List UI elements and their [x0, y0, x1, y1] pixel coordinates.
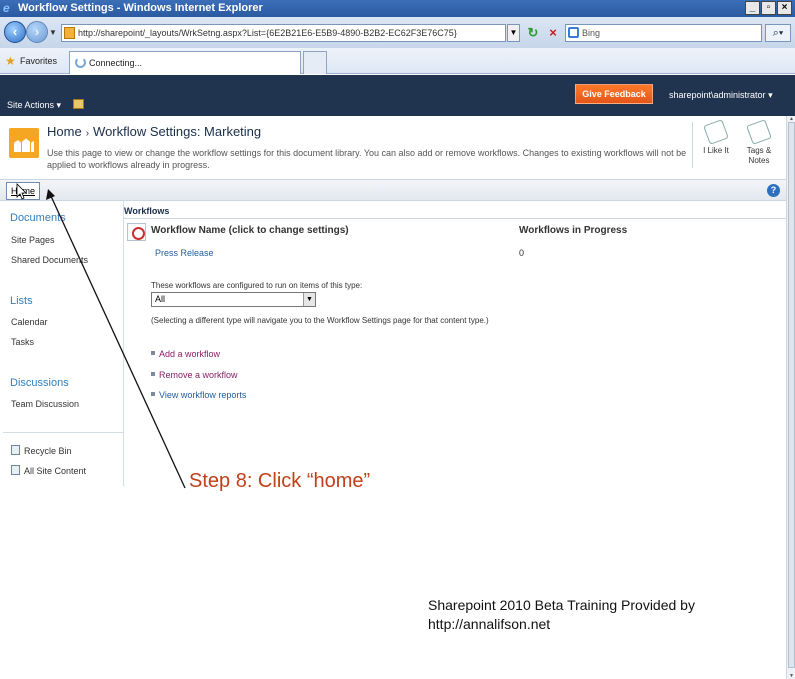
- site-actions-label: Site Actions: [7, 100, 55, 110]
- scroll-down-icon[interactable]: ▼: [787, 673, 795, 679]
- breadcrumb-separator: ›: [85, 128, 90, 139]
- workflow-link-press-release[interactable]: Press Release: [155, 248, 214, 258]
- bing-icon: [568, 27, 579, 38]
- content-type-note: (Selecting a different type will navigat…: [151, 316, 489, 325]
- tags-notes-button[interactable]: Tags & Notes: [740, 119, 778, 174]
- breadcrumb: Home › Workflow Settings: Marketing: [47, 124, 261, 139]
- site-content-icon: [11, 465, 20, 475]
- tab-home[interactable]: Home: [6, 182, 40, 200]
- sharepoint-topbar: Site Actions ▾ Give Feedback sharepoint\…: [0, 75, 795, 116]
- close-window-button[interactable]: ×: [777, 1, 792, 15]
- workflow-icon: [127, 223, 146, 241]
- window-title-bar: e Workflow Settings - Windows Internet E…: [0, 0, 795, 17]
- quick-launch: Documents Site Pages Shared Documents Li…: [3, 201, 124, 486]
- section-divider: [124, 218, 795, 219]
- bullet-icon: [151, 392, 155, 396]
- give-feedback-button[interactable]: Give Feedback: [575, 84, 653, 104]
- minimize-button[interactable]: _: [745, 1, 760, 15]
- new-tab-button[interactable]: [303, 51, 327, 74]
- recycle-bin-icon: [11, 445, 20, 455]
- site-actions-menu[interactable]: Site Actions ▾: [7, 100, 61, 111]
- search-button[interactable]: ⌕▾: [765, 24, 791, 42]
- user-name: sharepoint\administrator: [669, 90, 766, 100]
- page-scrollbar[interactable]: ▲ ▼: [786, 116, 795, 679]
- site-logo-icon[interactable]: [9, 128, 39, 158]
- history-dropdown-icon[interactable]: ▼: [49, 28, 57, 37]
- all-site-content-link[interactable]: All Site Content: [11, 465, 86, 476]
- nav-item-tasks[interactable]: Tasks: [11, 337, 34, 347]
- add-workflow-link[interactable]: Add a workflow: [151, 349, 220, 359]
- training-credit: Sharepoint 2010 Beta Training Provided b…: [428, 596, 695, 634]
- chevron-down-icon[interactable]: ▼: [303, 293, 315, 306]
- add-workflow-label: Add a workflow: [159, 349, 221, 359]
- search-input[interactable]: Bing: [565, 24, 762, 42]
- page-description: Use this page to view or change the work…: [47, 148, 687, 170]
- edit-page-icon[interactable]: [73, 99, 84, 109]
- page-icon: [64, 27, 75, 39]
- recycle-bin-label: Recycle Bin: [24, 446, 72, 456]
- content-type-select[interactable]: All ▼: [151, 292, 316, 307]
- help-icon[interactable]: ?: [767, 184, 780, 197]
- credit-line-2: http://annalifson.net: [428, 616, 551, 632]
- breadcrumb-home-link[interactable]: Home: [47, 124, 82, 139]
- nav-heading-lists[interactable]: Lists: [10, 295, 33, 307]
- tags-notes-icon: [746, 119, 772, 145]
- remove-workflow-label: Remove a workflow: [159, 370, 238, 380]
- ie-logo-icon: e: [3, 1, 10, 15]
- back-button[interactable]: ‹: [4, 21, 26, 43]
- forward-button[interactable]: ›: [26, 21, 48, 43]
- address-input[interactable]: http://sharepoint/_layouts/WrkSetng.aspx…: [61, 24, 506, 42]
- tags-label: Tags & Notes: [746, 146, 772, 165]
- search-placeholder: Bing: [582, 28, 601, 38]
- window-title: Workflow Settings - Windows Internet Exp…: [18, 2, 263, 14]
- like-label: I Like It: [703, 146, 729, 155]
- page-title: Workflow Settings: Marketing: [93, 124, 262, 139]
- tab-label: Connecting...: [89, 58, 143, 68]
- maximize-button[interactable]: ▫: [761, 1, 776, 15]
- nav-item-calendar[interactable]: Calendar: [11, 317, 48, 327]
- top-navigation-bar: Home ?: [0, 179, 795, 201]
- nav-item-team-discussion[interactable]: Team Discussion: [11, 399, 79, 409]
- workflow-progress-count: 0: [519, 248, 525, 258]
- all-site-content-label: All Site Content: [24, 466, 87, 476]
- column-header-progress: Workflows in Progress: [519, 225, 628, 236]
- refresh-button[interactable]: ↻: [524, 24, 542, 42]
- nav-heading-discussions[interactable]: Discussions: [10, 377, 69, 389]
- address-dropdown-button[interactable]: ▼: [507, 24, 520, 42]
- stop-button[interactable]: ×: [545, 24, 561, 42]
- recycle-bin-link[interactable]: Recycle Bin: [11, 445, 72, 456]
- content-type-value: All: [155, 294, 166, 304]
- nav-item-shared-documents[interactable]: Shared Documents: [11, 255, 88, 265]
- section-title: Workflows: [124, 206, 170, 216]
- like-tag-icon: [703, 119, 729, 145]
- content-type-label: These workflows are configured to run on…: [151, 281, 363, 290]
- loading-spinner-icon: [75, 57, 86, 68]
- view-reports-label: View workflow reports: [159, 390, 247, 400]
- bullet-icon: [151, 372, 155, 376]
- bullet-icon: [151, 351, 155, 355]
- divider: [692, 122, 693, 168]
- column-header-name: Workflow Name (click to change settings): [151, 225, 349, 236]
- address-toolbar: ‹ › ▼ http://sharepoint/_layouts/WrkSetn…: [0, 17, 795, 48]
- step-annotation: Step 8: Click “home”: [189, 470, 371, 492]
- remove-workflow-link[interactable]: Remove a workflow: [151, 370, 238, 380]
- browser-tab[interactable]: Connecting...: [69, 51, 301, 74]
- view-workflow-reports-link[interactable]: View workflow reports: [151, 390, 246, 400]
- favorites-star-icon[interactable]: ★: [5, 54, 16, 68]
- nav-divider: [3, 432, 124, 433]
- nav-item-site-pages[interactable]: Site Pages: [11, 235, 55, 245]
- i-like-it-button[interactable]: I Like It: [700, 119, 732, 170]
- url-text: http://sharepoint/_layouts/WrkSetng.aspx…: [78, 28, 457, 38]
- credit-line-1: Sharepoint 2010 Beta Training Provided b…: [428, 597, 695, 613]
- scroll-thumb[interactable]: [788, 122, 795, 668]
- user-menu[interactable]: sharepoint\administrator ▾: [669, 90, 773, 101]
- favorites-button[interactable]: Favorites: [20, 56, 57, 66]
- favorites-bar: ★ Favorites Connecting...: [0, 48, 795, 74]
- nav-heading-documents[interactable]: Documents: [10, 212, 66, 224]
